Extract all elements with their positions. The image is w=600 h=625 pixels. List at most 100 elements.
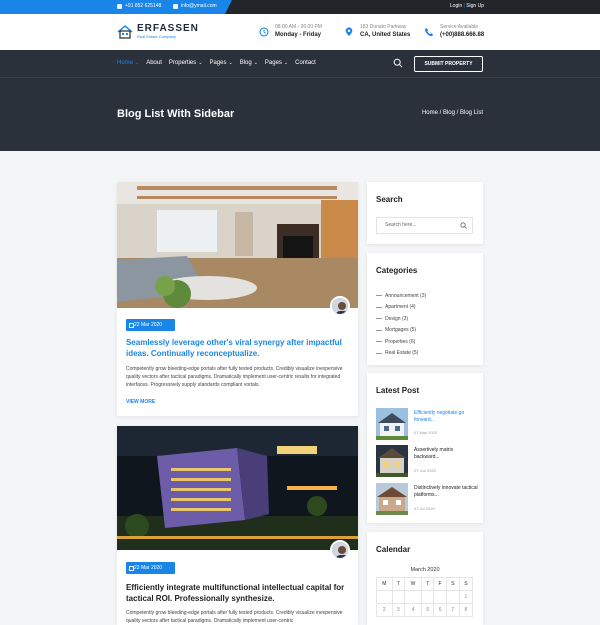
header-hours: 08:00 AM - 06:00 PM Monday - Friday [259, 24, 322, 39]
latest-post-item[interactable]: Assertively matrix backward... 07 Jun 20… [376, 445, 476, 477]
post-excerpt: Competently grow bleeding-edge portals a… [126, 366, 343, 388]
calendar-day-header: W [403, 577, 423, 591]
hours-line2: Monday - Friday [275, 32, 322, 38]
top-bar: +91 852 625148 info@ymail.com Login | Si… [0, 0, 600, 14]
calendar-day-header: S [445, 577, 460, 591]
calendar-day-header: M [376, 577, 393, 591]
chevron-down-icon: ⌄ [228, 60, 233, 66]
category-link[interactable]: Apartment (4) [376, 302, 426, 314]
topbar-email-text: info@ymail.com [181, 3, 217, 9]
house-logo-icon [117, 25, 133, 39]
view-more-link[interactable]: VIEW MORE [126, 399, 155, 405]
nav-item-blog[interactable]: Blog ⌄ [240, 60, 258, 66]
chevron-down-icon: ⌄ [253, 60, 258, 66]
calendar-day-header: S [458, 577, 474, 591]
post-image-night-building[interactable] [117, 426, 358, 550]
calendar-day-header: F [433, 577, 447, 591]
address-line2: CA, United States [360, 32, 411, 38]
latest-post-title[interactable]: Efficiently negotiate go forward... [414, 410, 478, 424]
calendar-day[interactable]: 8 [458, 603, 474, 617]
service-line1: Service Available [440, 24, 478, 30]
calendar-day [403, 590, 423, 604]
nav-item-properties[interactable]: Properties ⌄ [169, 60, 203, 66]
logo-name: ERFASSEN [137, 23, 199, 34]
breadcrumb: Home / Blog / Blog List [421, 110, 483, 116]
category-link[interactable]: Design (3) [376, 313, 426, 325]
search-icon[interactable] [393, 58, 403, 68]
calendar-widget: Calendar March 2020 M T W T F S S 1 2 3 … [367, 532, 483, 625]
nav-item-pages-2[interactable]: Pages ⌄ [265, 60, 288, 66]
signup-link[interactable]: Sign Up [466, 3, 484, 9]
calendar-month: March 2020 [410, 567, 440, 573]
chevron-down-icon: ⌄ [283, 60, 289, 66]
post-excerpt: Competently grow bleeding-edge portals a… [126, 610, 343, 624]
calendar-day [433, 590, 447, 604]
submit-property-button[interactable]: SUBMIT PROPERTY [414, 56, 483, 72]
latest-post-title[interactable]: Distinctively innovate tactical platform… [414, 485, 478, 499]
search-widget: Search Search here... [367, 182, 483, 244]
chevron-down-icon: ⌄ [198, 60, 203, 66]
latest-post-item[interactable]: Efficiently negotiate go forward... 07 M… [376, 408, 476, 440]
nav-item-about[interactable]: About [146, 60, 162, 66]
author-avatar[interactable] [330, 296, 350, 316]
chevron-down-icon: ⌄ [135, 60, 140, 66]
main-nav: Home ⌄ About Properties ⌄ Pages ⌄ Blog ⌄ Pag… [0, 50, 600, 78]
category-link[interactable]: Mortgages (5) [376, 325, 426, 337]
login-link[interactable]: Login [450, 3, 462, 9]
site-header: ERFASSEN Real Estate Company 08:00 AM - … [0, 14, 600, 50]
latest-post-date: 07 Jun 2020 [414, 468, 437, 473]
category-link[interactable]: Announcement (3) [376, 290, 426, 302]
header-service: Service Available (+00)888.666.88 [424, 24, 484, 39]
clock-icon [259, 26, 269, 37]
post-title[interactable]: Efficiently integrate multifunctional in… [126, 582, 348, 604]
calendar-day [445, 590, 460, 604]
phone-call-icon [424, 27, 434, 36]
calendar-grid: M T W T F S S 1 2 3 4 5 6 7 8 [376, 577, 474, 617]
latest-post-title[interactable]: Assertively matrix backward... [414, 447, 478, 461]
categories-widget: Categories Announcement (3) Apartment (4… [367, 253, 483, 365]
topbar-email[interactable]: info@ymail.com [173, 3, 217, 9]
calendar-day [421, 590, 435, 604]
calendar-day[interactable]: 3 [391, 603, 405, 617]
search-placeholder: Search here... [385, 222, 417, 228]
latest-post-thumbnail[interactable] [376, 483, 408, 515]
mail-icon [173, 3, 178, 9]
blog-post-card: 22 Mar 2020 Seamlessly leverage other's … [117, 182, 358, 416]
category-link[interactable]: Properties (6) [376, 336, 426, 348]
calendar-day[interactable]: 7 [445, 603, 460, 617]
calendar-day[interactable]: 2 [376, 603, 393, 617]
post-date-badge: 22 Mar 2020 [126, 319, 175, 331]
calendar-day[interactable]: 6 [433, 603, 447, 617]
address-line1: 183 Donato Parkway [360, 24, 407, 30]
service-line2: (+00)888.666.88 [440, 32, 485, 38]
latest-post-thumbnail[interactable] [376, 445, 408, 477]
calendar-day[interactable]: 5 [421, 603, 435, 617]
widget-title: Latest Post [376, 386, 420, 395]
post-title[interactable]: Seamlessly leverage other's viral synerg… [126, 337, 348, 359]
sidebar-search-input[interactable]: Search here... [376, 217, 473, 234]
latest-post-date: 07 Jul 2020 [414, 506, 435, 511]
author-avatar[interactable] [330, 540, 350, 560]
latest-post-date: 07 May 2020 [414, 430, 438, 435]
latest-post-widget: Latest Post Efficiently negotiate go for… [367, 373, 483, 523]
calendar-day[interactable]: 1 [458, 590, 474, 604]
login-links: Login | Sign Up [450, 3, 484, 9]
calendar-day [391, 590, 405, 604]
logo-tagline: Real Estate Company [137, 34, 176, 39]
nav-item-pages[interactable]: Pages ⌄ [209, 60, 232, 66]
latest-post-item[interactable]: Distinctively innovate tactical platform… [376, 483, 478, 515]
search-icon[interactable] [460, 222, 467, 229]
post-date-badge: 22 Mar 2020 [126, 562, 175, 574]
latest-post-thumbnail[interactable] [376, 408, 408, 440]
topbar-phone[interactable]: +91 852 625148 [117, 3, 161, 9]
post-image-living-room[interactable] [117, 182, 358, 308]
page-title: Blog List With Sidebar [117, 108, 235, 120]
calendar-day[interactable]: 4 [403, 603, 423, 617]
widget-title: Categories [376, 266, 418, 275]
nav-item-contact[interactable]: Contact [295, 60, 316, 66]
category-link[interactable]: Real Estate (5) [376, 348, 426, 360]
nav-item-home[interactable]: Home ⌄ [117, 60, 139, 66]
calendar-day-header: T [391, 577, 405, 591]
widget-title: Search [376, 195, 403, 204]
logo[interactable]: ERFASSEN Real Estate Company [117, 24, 199, 40]
